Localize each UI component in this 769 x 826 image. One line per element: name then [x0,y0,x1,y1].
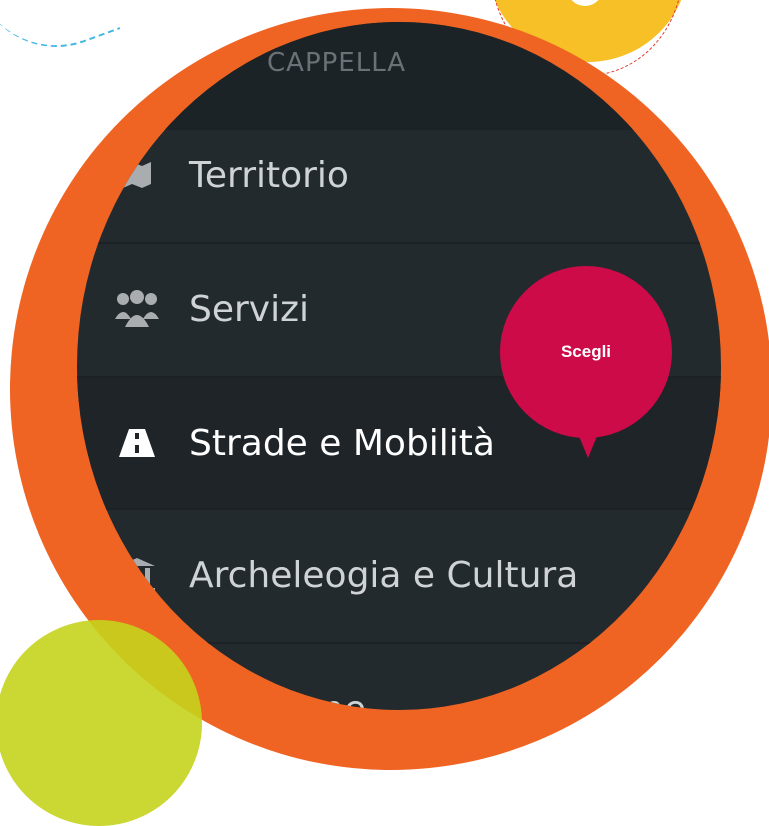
menu-item-label: Strade e Mobilità [189,422,495,464]
road-icon [113,419,161,467]
users-icon [113,285,161,333]
menu-item-archeologia-cultura[interactable]: Archeleogia e Cultura [77,510,721,640]
tooltip-pointer [574,424,602,458]
museum-icon [113,551,161,599]
menu-item-label: Archeleogia e Cultura [189,554,579,596]
menu-item-label: Territorio [189,154,349,196]
map-icon [113,151,161,199]
choose-tooltip-bubble[interactable]: Scegli [500,266,672,458]
menu-item-label: Servizi [189,288,310,330]
menu-header-label: CAPPELLA [267,48,407,78]
menu-item-label: Istruzione [189,688,366,711]
tooltip-label: Scegli [560,342,612,361]
menu-item-territorio[interactable]: Territorio [77,110,721,240]
decorative-lime-circle [0,620,202,826]
